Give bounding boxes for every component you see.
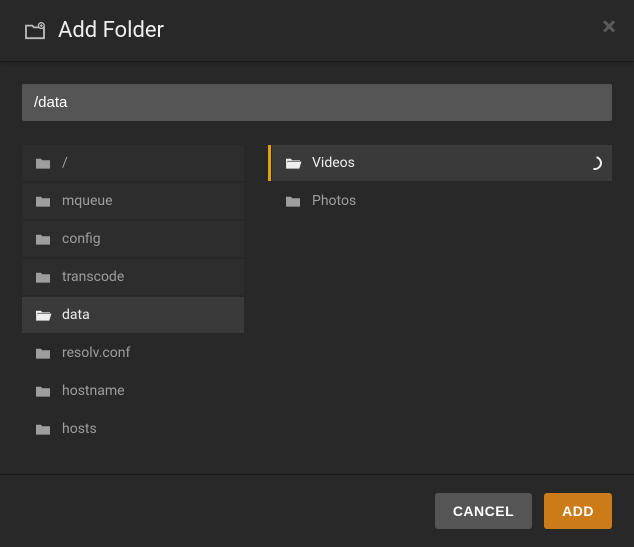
folder-item-label: data [62,307,90,323]
folder-item-label: Videos [312,155,355,171]
folder-item[interactable]: / [22,145,244,181]
folder-icon [34,194,52,208]
folder-icon [34,270,52,284]
folder-item-label: resolv.conf [62,345,130,361]
loading-spinner-icon [585,153,604,172]
folder-item-label: mqueue [62,193,113,209]
cancel-button[interactable]: CANCEL [435,493,532,529]
folder-item[interactable]: data [22,297,244,333]
modal-header: Add Folder × [0,0,634,62]
folder-open-icon [34,308,52,322]
folder-item-label: transcode [62,269,124,285]
folder-open-icon [284,156,302,170]
folder-item[interactable]: hosts [22,411,244,447]
folder-item[interactable]: mqueue [22,183,244,219]
folder-item-label: config [62,231,101,247]
folder-icon [34,346,52,360]
folder-icon [34,156,52,170]
folder-item-label: Photos [312,193,356,209]
modal-title: Add Folder [58,18,164,43]
folder-item[interactable]: hostname [22,373,244,409]
folder-columns: / mqueue config transcode data resolv.conf hos… [22,145,612,464]
folder-icon [34,384,52,398]
folder-item[interactable]: config [22,221,244,257]
folder-icon [34,232,52,246]
modal-footer: CANCEL ADD [0,474,634,547]
path-input[interactable] [22,84,612,121]
folder-column-parent: / mqueue config transcode data resolv.conf hos… [22,145,244,464]
folder-icon [34,422,52,436]
folder-column-child: Videos Photos [272,145,612,464]
add-folder-modal: Add Folder × / mqueue config transcode data r… [0,0,634,547]
folder-item[interactable]: transcode [22,259,244,295]
folder-icon [284,194,302,208]
add-button[interactable]: ADD [544,493,612,529]
folder-item-label: hosts [62,421,97,437]
folder-add-icon [24,22,46,40]
close-button[interactable]: × [602,14,616,40]
folder-item[interactable]: resolv.conf [22,335,244,371]
folder-item-label: hostname [62,383,125,399]
folder-item[interactable]: Photos [272,183,612,219]
folder-item[interactable]: Videos [272,145,612,181]
modal-body: / mqueue config transcode data resolv.conf hos… [0,62,634,474]
folder-item-label: / [62,155,68,171]
